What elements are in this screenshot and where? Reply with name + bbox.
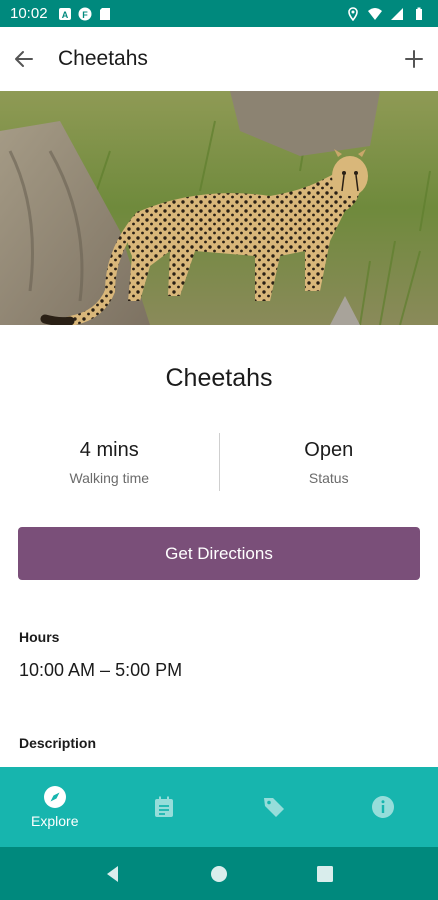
status-notification-icons: A F bbox=[58, 7, 112, 21]
tag-icon bbox=[263, 798, 284, 817]
notification-a-icon: A bbox=[58, 7, 71, 20]
description-label: Description bbox=[19, 735, 97, 751]
status-value: Open bbox=[304, 439, 354, 461]
walking-time-stat: 4 mins Walking time bbox=[0, 433, 219, 493]
status-system-icons bbox=[346, 6, 426, 21]
nav-item-info[interactable] bbox=[329, 767, 438, 847]
bottom-navigation: Explore bbox=[0, 767, 438, 847]
nav-label-explore: Explore bbox=[31, 813, 79, 829]
arrow-left-icon[interactable] bbox=[12, 47, 36, 71]
compass-icon bbox=[43, 786, 66, 808]
exhibit-photo bbox=[0, 91, 438, 325]
sd-card-icon bbox=[99, 7, 110, 20]
nav-item-schedule[interactable] bbox=[110, 767, 220, 847]
hours-label: Hours bbox=[19, 629, 60, 645]
plus-icon[interactable] bbox=[402, 47, 426, 71]
nav-item-explore[interactable]: Explore bbox=[0, 767, 110, 847]
signal-icon bbox=[391, 7, 403, 20]
status-stat: Open Status bbox=[220, 433, 438, 493]
cheetah-photo bbox=[0, 91, 438, 325]
get-directions-button[interactable]: Get Directions bbox=[18, 527, 420, 580]
location-icon bbox=[348, 6, 358, 21]
walking-time-label: Walking time bbox=[69, 470, 150, 486]
svg-text:A: A bbox=[61, 10, 68, 20]
notification-f-icon: F bbox=[78, 7, 92, 20]
recents-square-icon[interactable] bbox=[315, 864, 335, 884]
page-title: Cheetahs bbox=[58, 47, 148, 70]
app-bar: Cheetahs bbox=[0, 27, 438, 91]
walking-time-value: 4 mins bbox=[79, 439, 139, 461]
wifi-icon bbox=[368, 7, 382, 20]
battery-icon bbox=[416, 7, 422, 20]
back-triangle-icon[interactable] bbox=[103, 864, 123, 884]
system-navigation-bar bbox=[0, 847, 438, 900]
schedule-icon bbox=[155, 796, 174, 817]
hours-value: 10:00 AM – 5:00 PM bbox=[19, 660, 183, 680]
status-time: 10:02 bbox=[10, 5, 48, 22]
status-label: Status bbox=[308, 470, 349, 486]
info-icon bbox=[372, 796, 395, 818]
exhibit-name: Cheetahs bbox=[165, 364, 273, 392]
status-bar: 10:02 A F bbox=[0, 0, 438, 27]
svg-text:F: F bbox=[82, 10, 88, 20]
exhibit-stats: 4 mins Walking time Open Status bbox=[0, 433, 438, 493]
nav-item-tags[interactable] bbox=[219, 767, 329, 847]
home-circle-icon[interactable] bbox=[209, 864, 229, 884]
